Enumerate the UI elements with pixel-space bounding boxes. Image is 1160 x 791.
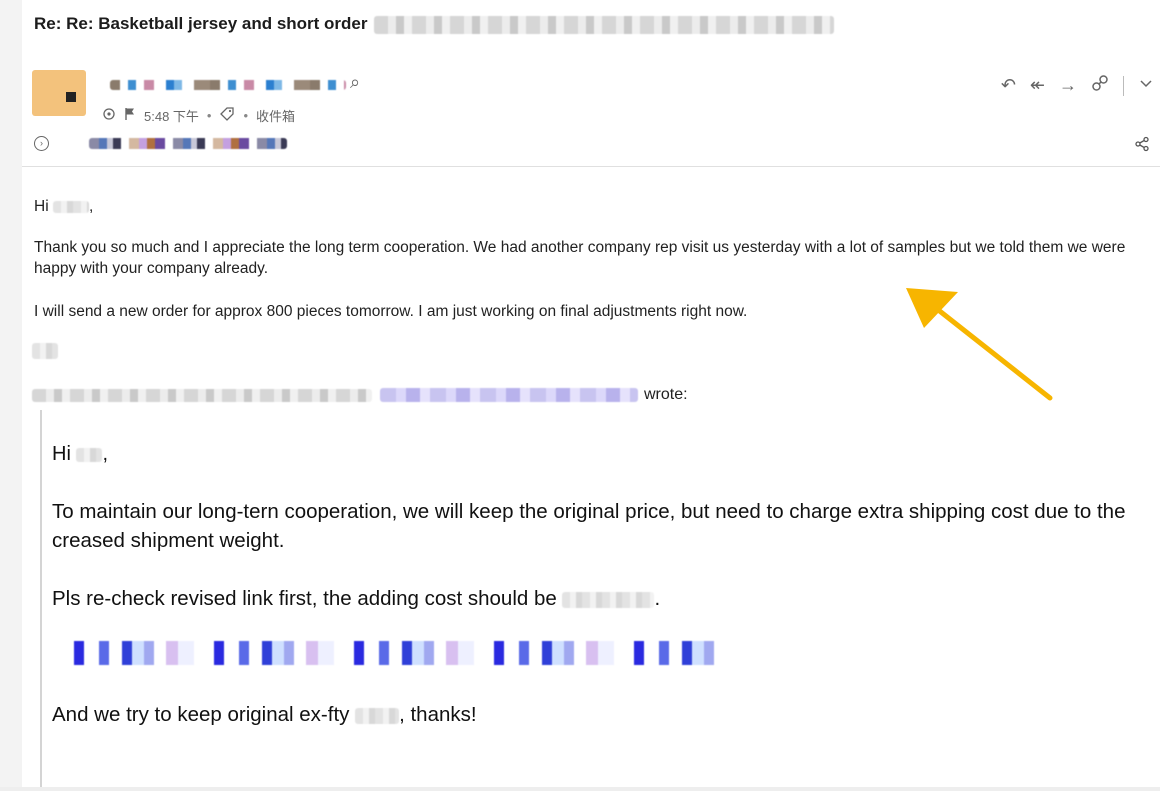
link-icon[interactable] bbox=[1091, 74, 1109, 97]
quote-header: wrote: bbox=[32, 386, 688, 404]
quoted-greeting-text: Hi bbox=[52, 443, 71, 465]
wrote-label: wrote: bbox=[644, 386, 688, 403]
toolbar-divider bbox=[1123, 75, 1124, 96]
redacted-quote-sender bbox=[380, 388, 638, 402]
sender-avatar[interactable] bbox=[32, 70, 86, 116]
redacted-recipients bbox=[89, 137, 287, 149]
tag-icon[interactable] bbox=[219, 106, 235, 125]
redacted-quoted-name bbox=[76, 447, 103, 462]
redacted-link[interactable] bbox=[54, 641, 714, 665]
expand-recipients-icon[interactable]: › bbox=[34, 135, 49, 151]
sender-name[interactable] bbox=[110, 76, 346, 96]
quoted-paragraph-2: Pls re-check revised link first, the add… bbox=[52, 584, 660, 613]
email-folder: 收件箱 bbox=[256, 108, 296, 124]
quoted-paragraph-3: And we try to keep original ex-fty , tha… bbox=[52, 700, 477, 729]
recipients-row: › bbox=[34, 134, 287, 152]
quoted-paragraph-2-text: Pls re-check revised link first, the add… bbox=[52, 587, 557, 610]
redacted-recipient-name bbox=[52, 200, 89, 213]
redacted-subject-suffix bbox=[374, 15, 835, 34]
redacted-signature bbox=[32, 342, 58, 359]
target-icon[interactable] bbox=[102, 107, 116, 124]
message-paragraph-1: Thank you so much and I appreciate the l… bbox=[34, 239, 1126, 277]
greeting-text: Hi bbox=[34, 198, 49, 215]
flag-icon[interactable] bbox=[124, 107, 136, 124]
message-greeting: Hi , bbox=[34, 196, 93, 217]
chevron-down-icon[interactable] bbox=[1138, 75, 1154, 96]
quoted-paragraph-2-period: . bbox=[654, 587, 661, 610]
quoted-paragraph-3-text: And we try to keep original ex-fty bbox=[52, 703, 350, 726]
redacted-ex-fty-term bbox=[355, 707, 400, 724]
avatar-mark bbox=[66, 92, 76, 102]
annotation-arrow bbox=[906, 288, 1053, 401]
quoted-paragraph-1: To maintain our long-tern cooperation, w… bbox=[52, 500, 1126, 552]
email-subject: Re: Re: Basketball jersey and short orde… bbox=[34, 14, 835, 34]
email-toolbar: ↶ ↞ → bbox=[1001, 74, 1154, 97]
quoted-greeting-comma: , bbox=[102, 443, 109, 465]
search-sender-icon[interactable]: ⌕ bbox=[350, 72, 360, 93]
reply-all-icon[interactable]: ↞ bbox=[1030, 75, 1045, 96]
share-icon[interactable] bbox=[1134, 136, 1150, 157]
meta-separator: • bbox=[206, 107, 212, 123]
greeting-comma: , bbox=[88, 198, 94, 215]
header-divider bbox=[22, 166, 1160, 167]
redacted-cost bbox=[562, 591, 655, 608]
forward-icon[interactable]: → bbox=[1059, 75, 1077, 96]
reply-icon[interactable]: ↶ bbox=[1001, 75, 1016, 96]
quoted-paragraph-3-end: , thanks! bbox=[399, 703, 477, 726]
quote-bar bbox=[40, 410, 42, 787]
redacted-link-text bbox=[54, 641, 714, 665]
email-time: 5:48 下午 bbox=[144, 108, 199, 124]
redacted-quote-date bbox=[32, 388, 372, 402]
meta-separator-2: • bbox=[243, 107, 249, 123]
email-subject-text: Re: Re: Basketball jersey and short orde… bbox=[34, 14, 368, 33]
redacted-sender-name bbox=[110, 79, 346, 90]
signature bbox=[32, 342, 58, 360]
bottom-strip bbox=[0, 787, 1160, 791]
email-meta-row: 5:48 下午 • • 收件箱 bbox=[102, 106, 295, 124]
quoted-greeting: Hi , bbox=[52, 440, 108, 469]
left-sidebar-strip bbox=[0, 0, 22, 791]
email-reading-pane: Re: Re: Basketball jersey and short orde… bbox=[22, 0, 1160, 787]
